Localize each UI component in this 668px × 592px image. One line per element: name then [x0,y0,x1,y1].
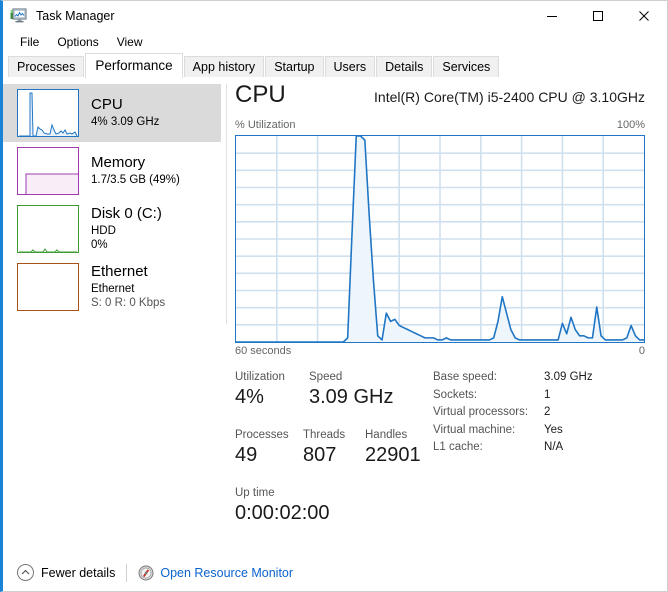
graph-top-axis: % Utilization 100% [227,119,667,135]
title-bar: Task Manager [3,1,667,31]
sidebar-disk-sub2: 0% [91,239,108,252]
stat-threads-label: Threads [303,429,346,441]
stat-utilization: Utilization 4% [235,371,285,410]
detail-sockets-value: 1 [544,388,551,401]
sidebar-ethernet-sub1: Ethernet [91,282,135,295]
footer-separator [126,563,128,582]
disk-thumbnail-graph [17,205,79,253]
tab-startup[interactable]: Startup [265,56,324,78]
stat-handles-label: Handles [365,429,408,441]
maximize-button[interactable] [575,1,621,31]
tab-app-history[interactable]: App history [183,56,265,78]
stat-utilization-value: 4% [235,385,264,408]
y-axis-label: % Utilization [235,119,296,131]
x-axis-right-label: 0 [638,345,645,357]
stat-handles-value: 22901 [365,443,421,466]
tab-performance[interactable]: Performance [85,53,183,78]
cpu-detail-panel: CPU Intel(R) Core(TM) i5-2400 CPU @ 3.10… [227,78,667,556]
minimize-button[interactable] [529,1,575,31]
menu-item-view[interactable]: View [108,34,152,51]
stat-speed-label: Speed [309,371,343,383]
sidebar-memory-title: Memory [91,154,146,172]
cpu-graph-svg [236,136,644,342]
tab-bar: Processes Performance App history Startu… [3,53,667,78]
stat-processes-value: 49 [235,443,258,466]
y-axis-max: 100% [616,119,645,131]
sidebar-item-cpu[interactable]: CPU 4% 3.09 GHz [3,84,221,142]
stat-threads-value: 807 [303,443,337,466]
detail-base-speed-key: Base speed: [433,371,497,383]
cpu-stats: Utilization 4% Speed 3.09 GHz Processes … [227,371,667,524]
fewer-details-label: Fewer details [41,565,116,580]
stat-uptime-value: 0:00:02:00 [235,501,330,524]
close-button[interactable] [621,1,667,31]
sidebar-item-memory[interactable]: Memory 1.7/3.5 GB (49%) [3,142,221,200]
menu-item-options[interactable]: Options [48,34,107,51]
detail-base-speed-value: 3.09 GHz [544,371,593,383]
stat-threads: Threads 807 [303,429,345,468]
resource-monitor-icon [138,565,154,581]
footer-bar: Fewer details Open Resource Monitor [3,553,667,591]
menu-bar: File Options View [3,31,667,53]
cpu-detail-table: Base speed: 3.09 GHz Sockets: 1 Virtual … [433,371,593,460]
detail-row-sockets: Sockets: 1 [433,388,593,408]
sidebar-ethernet-title: Ethernet [91,262,148,280]
stat-speed: Speed 3.09 GHz [309,371,393,410]
stat-utilization-label: Utilization [235,371,285,383]
detail-row-base-speed: Base speed: 3.09 GHz [433,371,593,390]
task-manager-window: Task Manager File Options View Processes… [0,0,668,592]
sidebar-item-ethernet[interactable]: Ethernet Ethernet S: 0 R: 0 Kbps [3,258,221,316]
detail-row-l1-cache: L1 cache: N/A [433,441,593,460]
task-manager-monitor-icon [10,8,28,24]
detail-l1-cache-value: N/A [544,441,564,453]
window-controls [529,1,667,31]
sidebar-cpu-title: CPU [91,96,123,114]
page-title: CPU [235,81,286,108]
tab-services[interactable]: Services [433,56,500,78]
ethernet-thumbnail-graph [17,263,79,311]
sidebar-cpu-sub: 4% 3.09 GHz [91,115,160,128]
x-axis-left-label: 60 seconds [235,345,292,357]
stat-uptime-label: Up time [235,487,275,499]
sidebar-ethernet-sub2: S: 0 R: 0 Kbps [91,297,166,310]
open-resource-monitor-link[interactable]: Open Resource Monitor [138,565,293,581]
sidebar-disk-title: Disk 0 (C:) [91,204,162,222]
resource-sidebar: CPU 4% 3.09 GHz Memory 1.7/3.5 GB (49%) [3,78,227,556]
tab-details[interactable]: Details [376,56,433,78]
resource-monitor-label: Open Resource Monitor [160,565,294,580]
detail-row-virtual-processors: Virtual processors: 2 [433,406,593,425]
detail-virtual-processors-value: 2 [544,406,551,418]
sidebar-cpu-text: CPU 4% 3.09 GHz [91,96,160,129]
sidebar-disk-sub1: HDD [91,224,116,237]
detail-virtual-machine-key: Virtual machine: [433,423,516,436]
sidebar-memory-text: Memory 1.7/3.5 GB (49%) [91,154,180,187]
cpu-utilization-graph[interactable] [235,135,645,343]
tab-users[interactable]: Users [324,56,376,78]
sidebar-disk-text: Disk 0 (C:) HDD 0% [91,204,162,253]
sidebar-item-disk[interactable]: Disk 0 (C:) HDD 0% [3,200,221,258]
cpu-model-name: Intel(R) Core(TM) i5-2400 CPU @ 3.10GHz [374,89,645,105]
tab-processes[interactable]: Processes [8,56,85,78]
memory-thumbnail-graph [17,147,79,195]
cpu-panel-header: CPU Intel(R) Core(TM) i5-2400 CPU @ 3.10… [227,83,667,119]
stat-uptime: Up time 0:00:02:00 [235,487,330,526]
sidebar-memory-sub: 1.7/3.5 GB (49%) [91,173,180,186]
stat-processes-label: Processes [235,429,289,441]
graph-bottom-axis: 60 seconds 0 [235,345,645,363]
sidebar-ethernet-text: Ethernet Ethernet S: 0 R: 0 Kbps [91,262,166,311]
detail-l1-cache-key: L1 cache: [433,441,483,453]
menu-item-file[interactable]: File [11,34,48,51]
content-area: CPU 4% 3.09 GHz Memory 1.7/3.5 GB (49%) [3,78,667,556]
window-title: Task Manager [36,8,115,23]
cpu-thumbnail-graph [17,89,79,137]
detail-virtual-processors-key: Virtual processors: [433,406,529,418]
chevron-up-circle-icon [17,564,34,581]
fewer-details-button[interactable]: Fewer details [17,564,115,581]
stat-processes: Processes 49 [235,429,289,468]
detail-sockets-key: Sockets: [433,388,478,401]
detail-virtual-machine-value: Yes [544,423,563,436]
stat-handles: Handles 22901 [365,429,421,468]
stat-speed-value: 3.09 GHz [309,385,394,408]
detail-row-virtual-machine: Virtual machine: Yes [433,423,593,443]
